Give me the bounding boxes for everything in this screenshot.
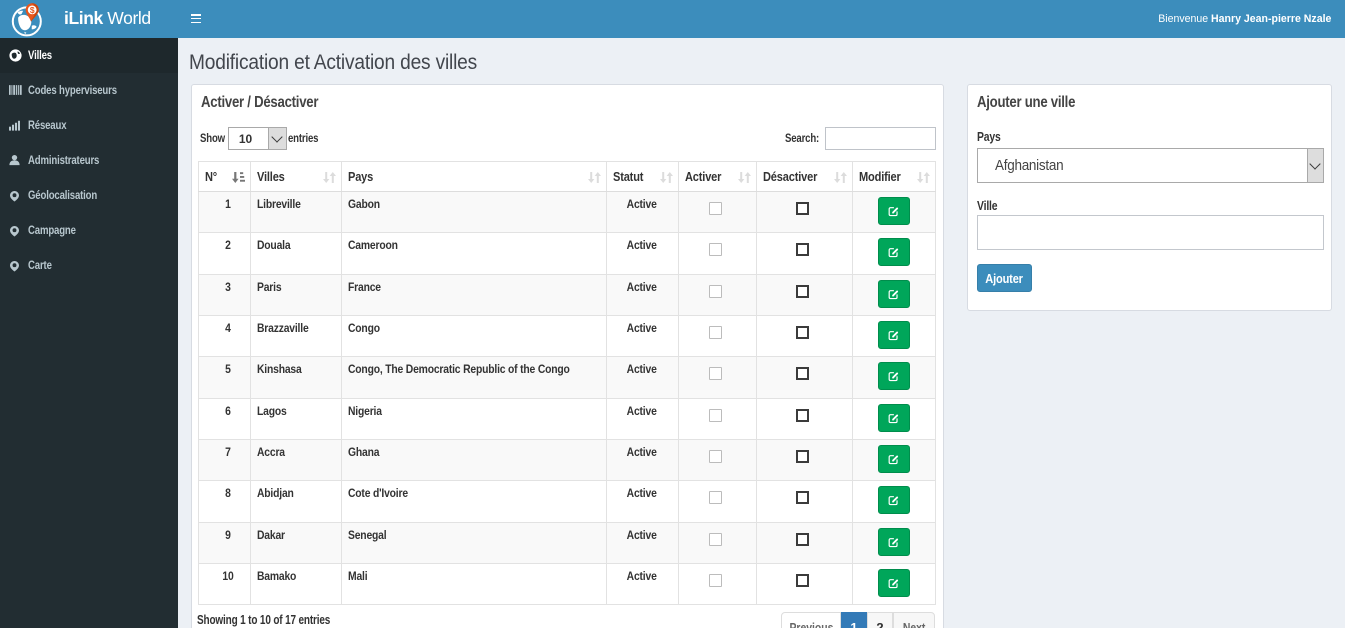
svg-text:$: $ [30, 5, 35, 15]
